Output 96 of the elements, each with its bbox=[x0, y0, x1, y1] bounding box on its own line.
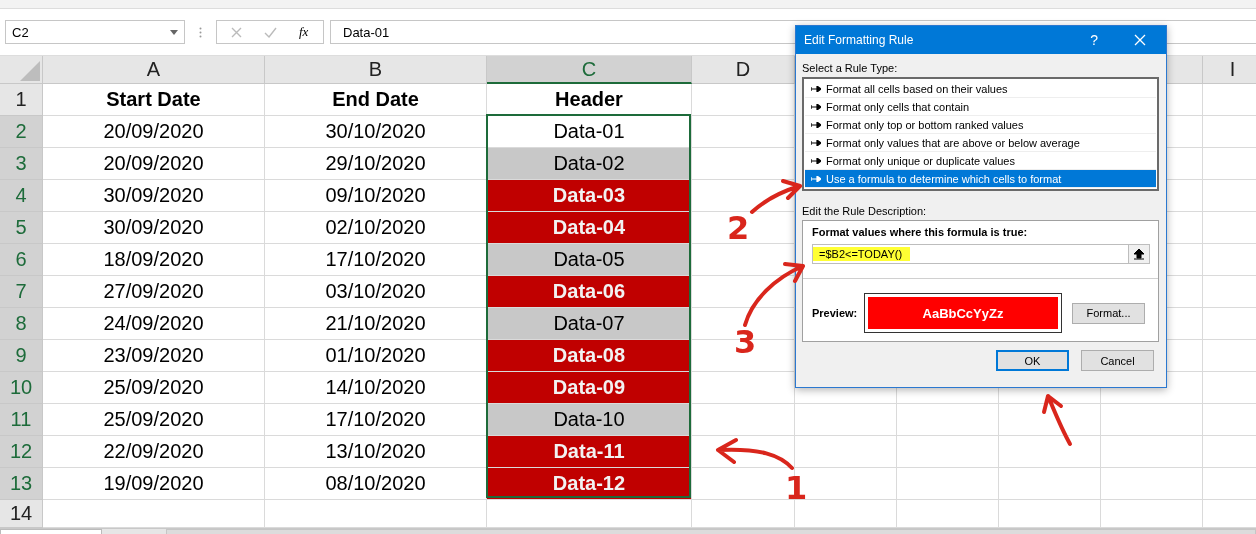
table-cell: 03/10/2020 bbox=[265, 276, 487, 308]
arrow-bullet-icon bbox=[811, 121, 821, 128]
table-cell: Data-12 bbox=[487, 468, 692, 500]
table-cell: Data-06 bbox=[487, 276, 692, 308]
table-cell: Data-08 bbox=[487, 340, 692, 372]
table-cell: 25/09/2020 bbox=[43, 372, 265, 404]
column-title-cell: Header bbox=[487, 84, 692, 116]
table-cell: 22/09/2020 bbox=[43, 436, 265, 468]
rule-type-label: Select a Rule Type: bbox=[802, 62, 899, 74]
row-header[interactable]: 11 bbox=[0, 404, 43, 436]
annotation-arrow bbox=[750, 179, 802, 214]
arrow-bullet-icon bbox=[811, 157, 821, 164]
row-header[interactable]: 9 bbox=[0, 340, 43, 372]
table-cell: 18/09/2020 bbox=[43, 244, 265, 276]
cancel-icon[interactable] bbox=[231, 26, 242, 38]
rule-type-item[interactable]: Use a formula to determine which cells to format bbox=[805, 170, 1156, 188]
dialog-title: Edit Formatting Rule bbox=[804, 33, 915, 47]
row-header[interactable]: 7 bbox=[0, 276, 43, 308]
table-cell: 27/09/2020 bbox=[43, 276, 265, 308]
table-cell: 17/10/2020 bbox=[265, 404, 487, 436]
cancel-button[interactable]: Cancel bbox=[1081, 350, 1154, 371]
ok-button[interactable]: OK bbox=[996, 350, 1069, 371]
annotation-arrow bbox=[1042, 394, 1072, 446]
arrow-bullet-icon bbox=[811, 139, 821, 146]
annotation-arrow bbox=[743, 262, 805, 327]
insert-function-button[interactable]: fx bbox=[299, 24, 309, 40]
row-header[interactable]: 4 bbox=[0, 180, 43, 212]
table-cell: Data-07 bbox=[487, 308, 692, 340]
table-cell: 14/10/2020 bbox=[265, 372, 487, 404]
annotation-number: 2 bbox=[727, 212, 750, 244]
annotation-number: 1 bbox=[785, 472, 808, 504]
rule-type-item[interactable]: Format all cells based on their values bbox=[805, 80, 1156, 98]
rule-type-item[interactable]: Format only top or bottom ranked values bbox=[805, 116, 1156, 134]
preview-box: AaBbCcYyZz bbox=[864, 293, 1062, 333]
table-cell: 02/10/2020 bbox=[265, 212, 487, 244]
table-cell: 01/10/2020 bbox=[265, 340, 487, 372]
table-cell: 23/09/2020 bbox=[43, 340, 265, 372]
select-all-button[interactable] bbox=[0, 56, 43, 84]
arrow-bullet-icon bbox=[811, 85, 821, 92]
table-cell: 30/09/2020 bbox=[43, 212, 265, 244]
table-cell: 24/09/2020 bbox=[43, 308, 265, 340]
table-cell: 30/09/2020 bbox=[43, 180, 265, 212]
table-cell: 21/10/2020 bbox=[265, 308, 487, 340]
table-cell: Data-11 bbox=[487, 436, 692, 468]
table-cell: 19/09/2020 bbox=[43, 468, 265, 500]
row-header[interactable]: 1 bbox=[0, 84, 43, 116]
row-header[interactable]: 5 bbox=[0, 212, 43, 244]
table-cell: 08/10/2020 bbox=[265, 468, 487, 500]
table-cell: Data-02 bbox=[487, 148, 692, 180]
format-button[interactable]: Format... bbox=[1072, 302, 1145, 324]
rule-type-item[interactable]: Format only values that are above or below average bbox=[805, 134, 1156, 152]
annotation-number: 3 bbox=[734, 326, 757, 358]
row-header[interactable]: 6 bbox=[0, 244, 43, 276]
triangle-icon bbox=[20, 61, 40, 81]
column-header[interactable]: D bbox=[692, 56, 795, 84]
formula-input[interactable]: =$B2<=TODAY() bbox=[812, 244, 1150, 264]
row-header[interactable]: 10 bbox=[0, 372, 43, 404]
table-cell: 30/10/2020 bbox=[265, 116, 487, 148]
row-header[interactable]: 2 bbox=[0, 116, 43, 148]
table-cell: 20/09/2020 bbox=[43, 116, 265, 148]
row-header[interactable]: 13 bbox=[0, 468, 43, 500]
collapse-dialog-button[interactable] bbox=[1128, 245, 1149, 263]
preview-label: Preview: bbox=[812, 307, 854, 319]
column-header[interactable]: C bbox=[487, 56, 692, 84]
dropdown-icon bbox=[170, 29, 178, 35]
column-title-cell: End Date bbox=[265, 84, 487, 116]
table-cell: Data-04 bbox=[487, 212, 692, 244]
table-cell: 17/10/2020 bbox=[265, 244, 487, 276]
highlighted-formula: =$B2<=TODAY() bbox=[813, 247, 911, 261]
column-header[interactable]: I bbox=[1203, 56, 1256, 84]
column-header[interactable]: A bbox=[43, 56, 265, 84]
row-header[interactable]: 3 bbox=[0, 148, 43, 180]
row-header[interactable]: 14 bbox=[0, 500, 43, 528]
drag-handle-icon[interactable] bbox=[199, 26, 202, 38]
close-icon[interactable] bbox=[1134, 34, 1146, 46]
table-cell: 09/10/2020 bbox=[265, 180, 487, 212]
table-cell: Data-05 bbox=[487, 244, 692, 276]
table-cell: 25/09/2020 bbox=[43, 404, 265, 436]
arrow-bullet-icon bbox=[811, 103, 821, 110]
checkmark-icon[interactable] bbox=[264, 26, 277, 38]
column-header[interactable]: B bbox=[265, 56, 487, 84]
up-arrow-icon bbox=[1134, 248, 1144, 260]
table-cell: 20/09/2020 bbox=[43, 148, 265, 180]
table-cell: 13/10/2020 bbox=[265, 436, 487, 468]
table-cell: Data-03 bbox=[487, 180, 692, 212]
formula-label: Format values where this formula is true: bbox=[812, 226, 1029, 238]
arrow-bullet-icon bbox=[811, 175, 821, 182]
row-header[interactable]: 8 bbox=[0, 308, 43, 340]
row-header[interactable]: 12 bbox=[0, 436, 43, 468]
rule-description-label: Edit the Rule Description: bbox=[802, 205, 928, 217]
name-box[interactable]: C2 bbox=[5, 20, 185, 44]
table-cell: Data-09 bbox=[487, 372, 692, 404]
table-cell: 29/10/2020 bbox=[265, 148, 487, 180]
rule-type-item[interactable]: Format only cells that contain bbox=[805, 98, 1156, 116]
column-title-cell: Start Date bbox=[43, 84, 265, 116]
table-cell: Data-10 bbox=[487, 404, 692, 436]
